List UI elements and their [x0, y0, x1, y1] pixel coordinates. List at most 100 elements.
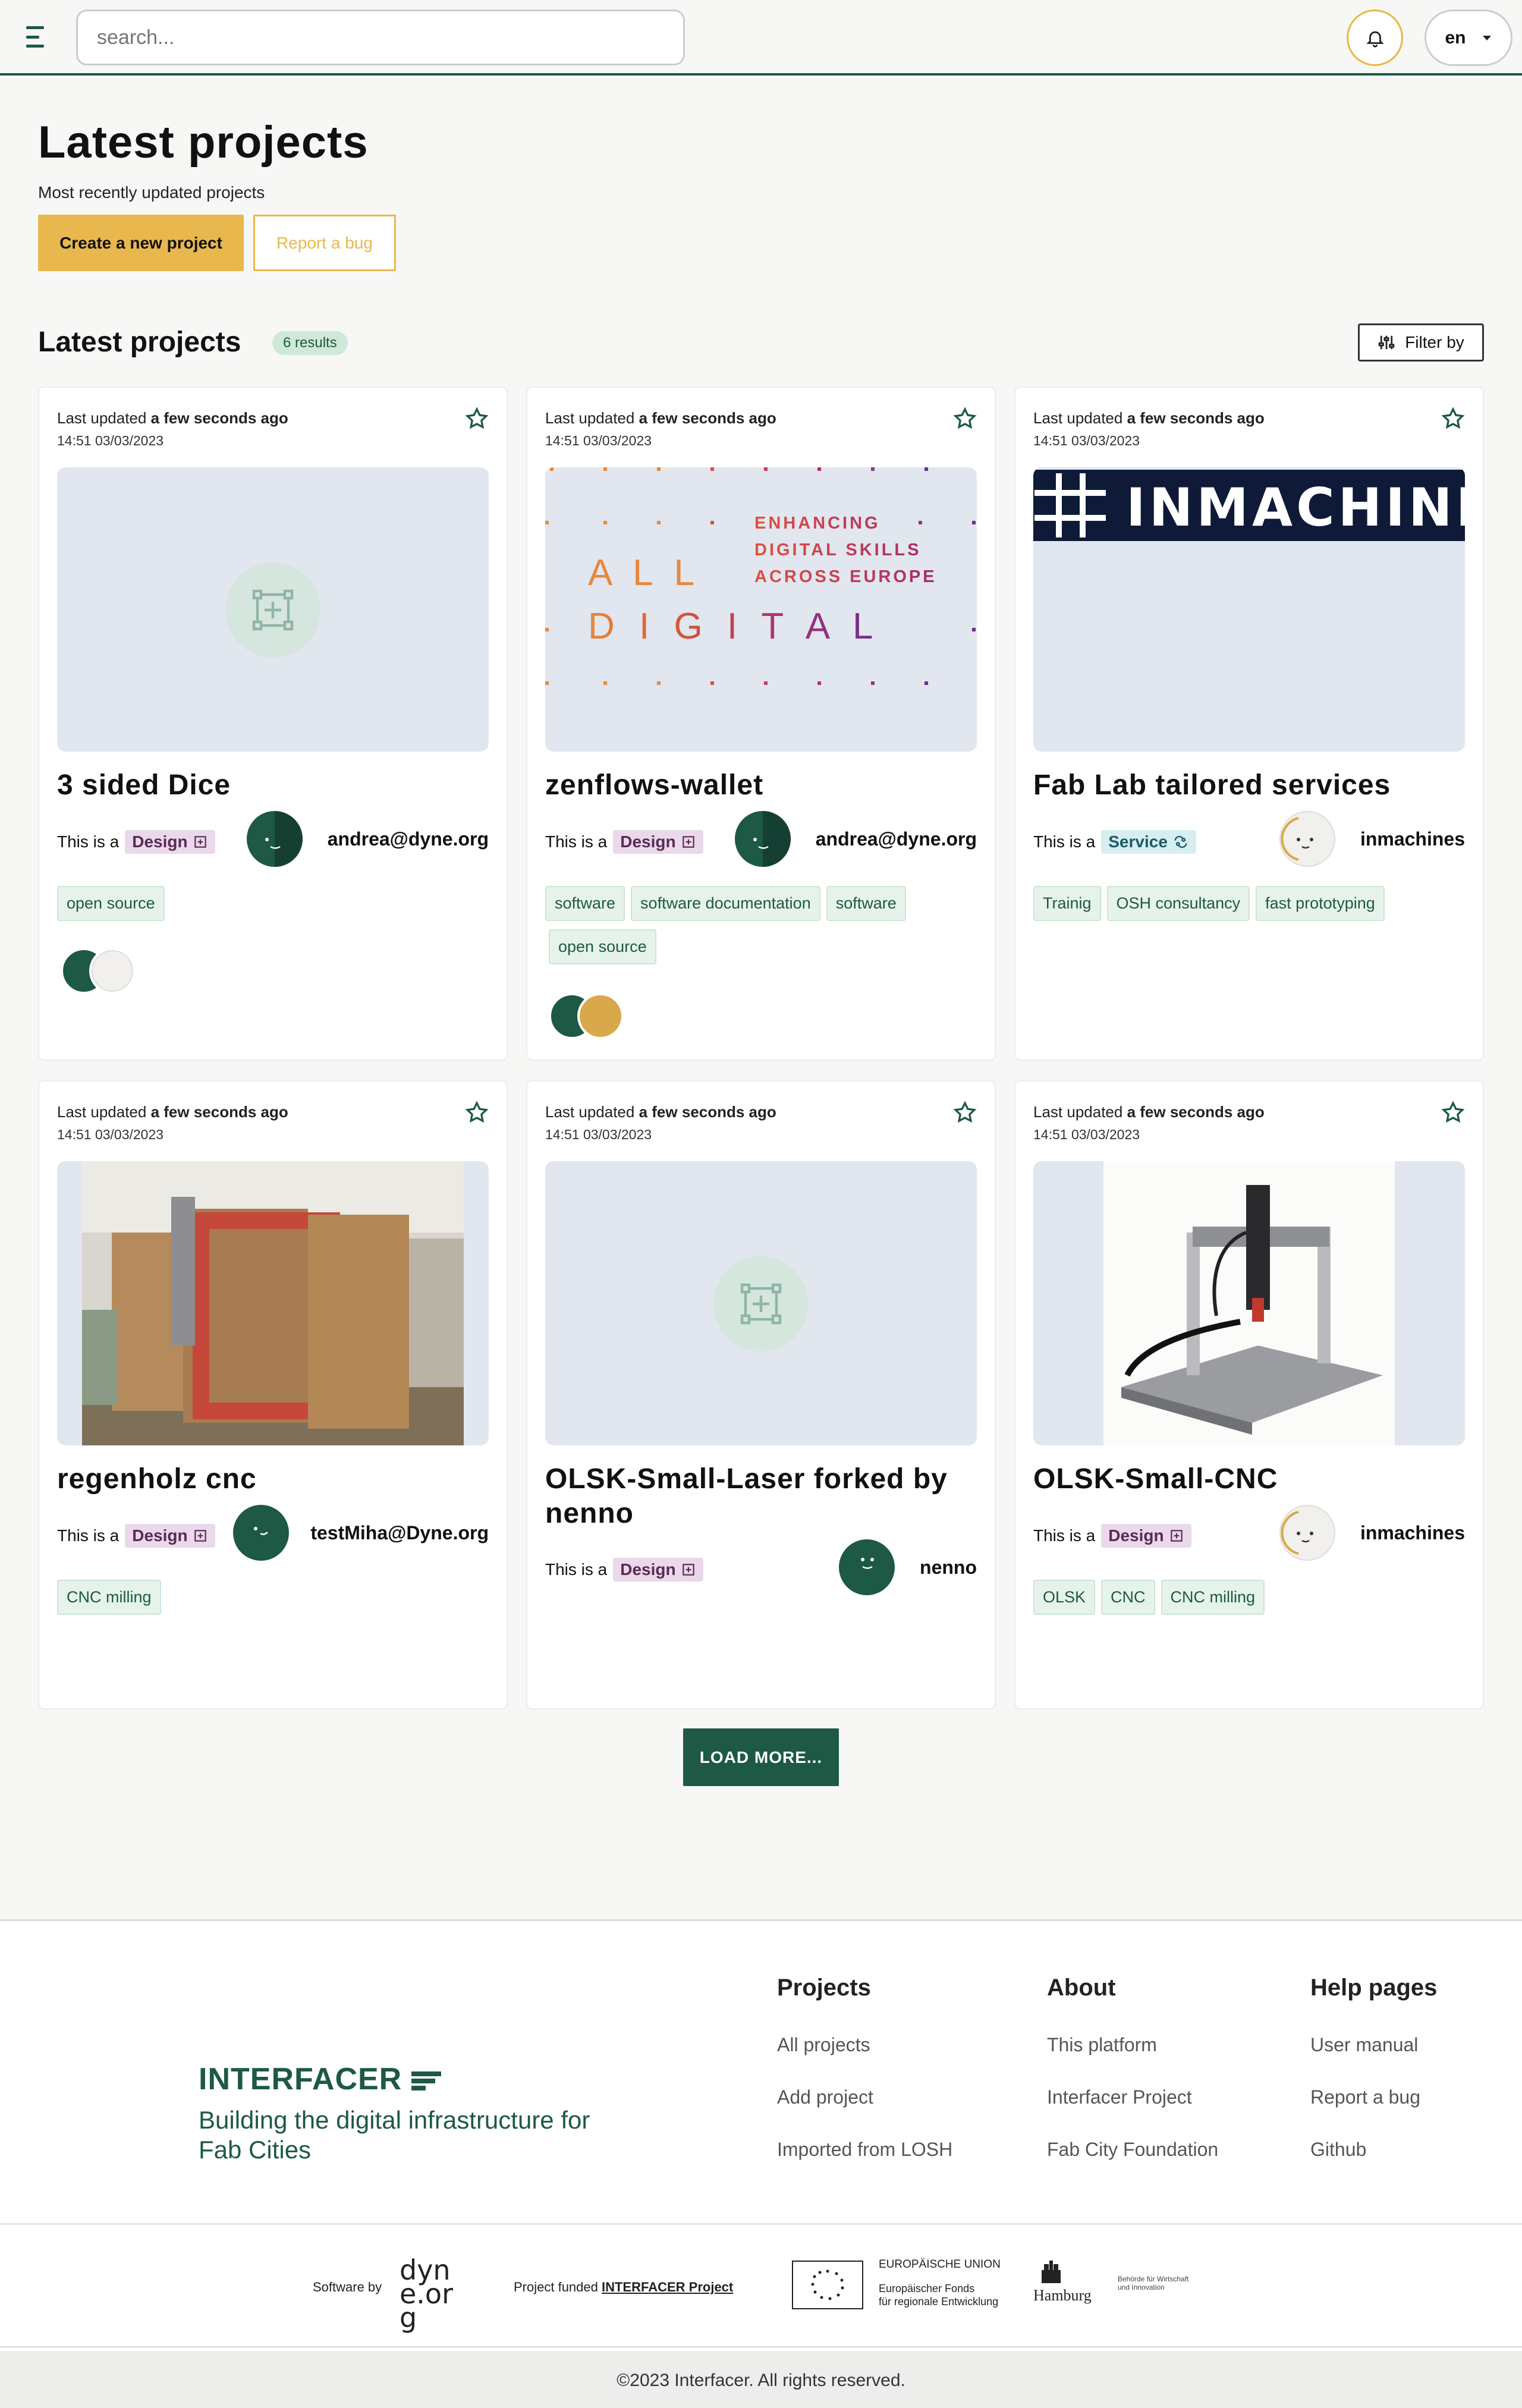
project-card[interactable]: Last updated a few seconds ago 14:51 03/…: [526, 1080, 996, 1709]
footer-link[interactable]: This platform: [1047, 2034, 1157, 2056]
star-icon[interactable]: [465, 1101, 489, 1124]
updated-date: 14:51 03/03/2023: [1033, 1127, 1140, 1142]
project-photo: [57, 1161, 489, 1445]
tag[interactable]: CNC milling: [1161, 1580, 1265, 1615]
search-input[interactable]: [76, 10, 685, 65]
interfacer-logo[interactable]: INTERFACER: [199, 2061, 441, 2097]
hamburg-label: Hamburg: [1033, 2287, 1092, 2304]
design-badge: Design: [613, 1558, 703, 1582]
contributors: [61, 948, 136, 994]
filter-label: Filter by: [1405, 333, 1464, 351]
star-icon[interactable]: [465, 407, 489, 430]
tag[interactable]: CNC: [1101, 1580, 1155, 1615]
footer-tagline: Building the digital infrastructure for …: [199, 2106, 590, 2164]
last-updated: Last updated a few seconds ago: [57, 1103, 288, 1121]
project-title[interactable]: 3 sided Dice: [57, 768, 491, 803]
create-project-button[interactable]: Create a new project: [38, 215, 244, 271]
project-image: ENHANCING DIGITAL SKILLS ACROSS EUROPE A…: [545, 467, 977, 752]
interfacer-project-link[interactable]: INTERFACER Project: [602, 2280, 733, 2294]
project-type: This is a Service: [1033, 830, 1196, 854]
avatar: [1279, 1505, 1335, 1561]
contributors: [549, 993, 624, 1039]
updated-date: 14:51 03/03/2023: [1033, 433, 1140, 448]
last-updated: Last updated a few seconds ago: [545, 1103, 776, 1121]
design-icon: [682, 836, 694, 848]
project-card[interactable]: Last updated a few seconds ago 14:51 03/…: [526, 386, 996, 1061]
tag[interactable]: OLSK: [1033, 1580, 1096, 1615]
eu-text: EUROPÄISCHE UNION Europäischer Fonds für…: [879, 2258, 1001, 2308]
project-card[interactable]: Last updated a few seconds ago 14:51 03/…: [1014, 386, 1484, 1061]
star-icon[interactable]: [1441, 1101, 1465, 1124]
project-title[interactable]: OLSK-Small-CNC: [1033, 1462, 1467, 1497]
project-image: INMACHINES: [1033, 467, 1465, 752]
results-badge: 6 results: [272, 331, 348, 355]
project-card[interactable]: Last updated a few seconds ago 14:51 03/…: [38, 386, 508, 1061]
hamburger-menu-icon[interactable]: [26, 26, 50, 48]
project-type: This is a Design: [57, 1524, 215, 1548]
updated-date: 14:51 03/03/2023: [57, 433, 164, 448]
footer-link[interactable]: Interfacer Project: [1047, 2086, 1192, 2108]
star-icon[interactable]: [1441, 407, 1465, 430]
page-title: Latest projects: [38, 117, 369, 168]
copyright: ©2023 Interfacer. All rights reserved.: [0, 2351, 1522, 2408]
footer-link[interactable]: Report a bug: [1310, 2086, 1420, 2108]
project-card[interactable]: Last updated a few seconds ago 14:51 03/…: [38, 1080, 508, 1709]
tag-list: CNC milling: [57, 1580, 497, 1615]
project-owner[interactable]: inmachines: [1279, 811, 1465, 867]
footer-link[interactable]: Fab City Foundation: [1047, 2139, 1218, 2161]
inmachines-logo: INMACHINES: [1033, 470, 1465, 541]
tag[interactable]: software: [545, 886, 625, 921]
funded-by: Project funded INTERFACER Project: [514, 2280, 734, 2294]
add-image-icon: [252, 589, 294, 631]
top-bar: en: [0, 0, 1522, 76]
star-icon[interactable]: [953, 407, 977, 430]
language-select[interactable]: en: [1424, 10, 1512, 66]
tag[interactable]: software: [826, 886, 906, 921]
design-badge: Design: [125, 830, 215, 854]
tag[interactable]: OSH consultancy: [1106, 886, 1250, 921]
tag[interactable]: CNC milling: [57, 1580, 161, 1615]
service-icon: [1174, 835, 1187, 848]
updated-date: 14:51 03/03/2023: [57, 1127, 164, 1142]
filter-button[interactable]: Filter by: [1358, 323, 1484, 361]
project-owner[interactable]: andrea@dyne.org: [734, 811, 977, 867]
report-bug-button[interactable]: Report a bug: [253, 215, 396, 271]
tag[interactable]: Trainig: [1033, 886, 1101, 921]
avatar: [246, 811, 303, 867]
software-by: Software by: [313, 2280, 382, 2294]
project-title[interactable]: zenflows-wallet: [545, 768, 979, 803]
design-badge: Design: [613, 830, 703, 854]
tag[interactable]: software documentation: [631, 886, 820, 921]
project-owner[interactable]: andrea@dyne.org: [246, 811, 489, 867]
footer-link[interactable]: User manual: [1310, 2034, 1418, 2056]
project-title[interactable]: OLSK-Small-Laser forked by nenno: [545, 1462, 979, 1531]
design-icon: [194, 1530, 206, 1542]
project-title[interactable]: Fab Lab tailored services: [1033, 768, 1467, 803]
footer-link[interactable]: All projects: [777, 2034, 870, 2056]
footer-link[interactable]: Imported from LOSH: [777, 2139, 952, 2161]
tag[interactable]: open source: [549, 929, 656, 964]
project-owner[interactable]: testMiha@Dyne.org: [233, 1505, 489, 1561]
tag[interactable]: fast prototyping: [1256, 886, 1385, 921]
project-title[interactable]: regenholz cnc: [57, 1462, 491, 1497]
load-more-button[interactable]: LOAD MORE...: [683, 1728, 839, 1786]
star-icon[interactable]: [953, 1101, 977, 1124]
page-subtitle: Most recently updated projects: [38, 183, 265, 202]
last-updated: Last updated a few seconds ago: [1033, 1103, 1265, 1121]
project-photo: [1033, 1161, 1465, 1445]
footer-link[interactable]: Add project: [777, 2086, 873, 2108]
project-owner[interactable]: inmachines: [1279, 1505, 1465, 1561]
notifications-button[interactable]: [1347, 10, 1403, 66]
design-badge: Design: [125, 1524, 215, 1548]
tag[interactable]: open source: [57, 886, 165, 921]
hamburg-castle-icon: [1042, 2261, 1061, 2283]
avatar: [1279, 811, 1335, 867]
add-image-icon: [740, 1283, 782, 1325]
dyne-logo[interactable]: dyne.org: [400, 2256, 465, 2331]
last-updated: Last updated a few seconds ago: [57, 409, 288, 427]
project-card[interactable]: Last updated a few seconds ago 14:51 03/…: [1014, 1080, 1484, 1709]
tag-list: Trainig OSH consultancy fast prototyping: [1033, 886, 1473, 921]
project-owner[interactable]: nenno: [839, 1539, 977, 1595]
image-caption: ENHANCING DIGITAL SKILLS ACROSS EUROPE: [754, 510, 937, 590]
footer-link[interactable]: Github: [1310, 2139, 1366, 2161]
